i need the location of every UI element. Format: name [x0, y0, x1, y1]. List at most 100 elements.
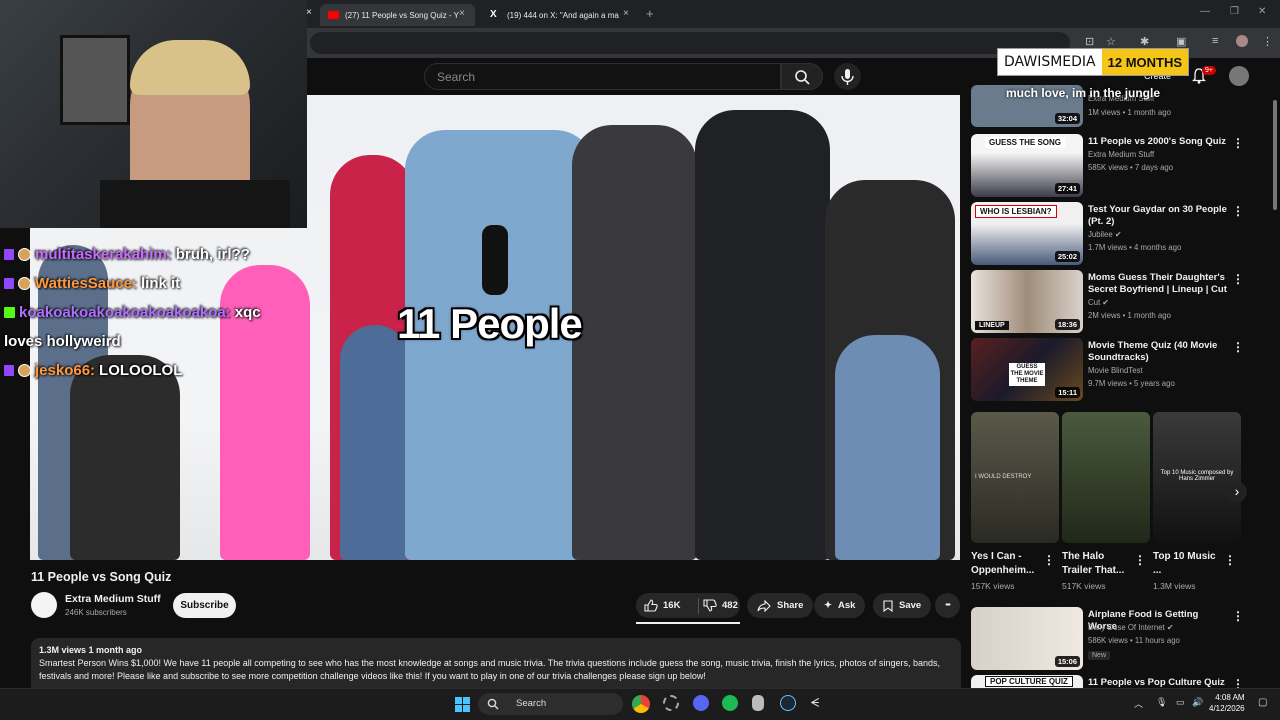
video-title[interactable]: Moms Guess Their Daughter's Secret Boyfr…: [1088, 272, 1228, 296]
video-title[interactable]: Movie Theme Quiz (40 Movie Soundtracks): [1088, 340, 1228, 364]
maximize-icon[interactable]: ❐: [1230, 6, 1239, 17]
video-meta: 1.7M views • 4 months ago: [1088, 243, 1182, 252]
more-options-icon[interactable]: ⋮: [1232, 204, 1244, 218]
video-thumbnail[interactable]: POP CULTURE QUIZ: [971, 675, 1083, 688]
short-thumbnail[interactable]: I WOULD DESTROY: [971, 412, 1059, 543]
search-button[interactable]: [781, 63, 823, 90]
video-thumbnail[interactable]: GUESS THE SONG 27:41: [971, 134, 1083, 197]
volume-icon[interactable]: 🔊: [1192, 697, 1203, 708]
like-ratio-bar: [636, 622, 740, 624]
close-window-icon[interactable]: ✕: [1258, 6, 1266, 17]
tab-youtube[interactable]: (27) 11 People vs Song Quiz - Y: [320, 4, 475, 26]
person-figure: [695, 110, 830, 560]
spotify-icon[interactable]: [722, 695, 738, 711]
save-label: Save: [899, 600, 922, 611]
omnibox[interactable]: [310, 32, 1070, 54]
discord-icon[interactable]: [693, 695, 709, 711]
video-thumbnail[interactable]: WHO IS LESBIAN? 25:02: [971, 202, 1083, 265]
ask-button[interactable]: ✦ Ask: [814, 593, 866, 618]
more-options-icon[interactable]: ⋮: [1232, 609, 1244, 623]
bookmark-star-icon[interactable]: ☆: [1106, 35, 1116, 48]
scrollbar-thumb[interactable]: [1273, 100, 1277, 210]
tab-close-icon[interactable]: ×: [623, 8, 629, 19]
thumbnail-text: LINEUP: [975, 321, 1009, 330]
more-actions-button[interactable]: •••: [935, 593, 960, 618]
recommendation-item[interactable]: LINEUP 18:36 Moms Guess Their Daughter's…: [970, 270, 1250, 334]
more-options-icon[interactable]: ⋮: [1224, 553, 1236, 567]
share-button[interactable]: Share: [747, 593, 814, 618]
notification-badge: 9+: [1202, 66, 1216, 75]
video-thumbnail[interactable]: LINEUP 18:36: [971, 270, 1083, 333]
mic-tray-icon[interactable]: 🎙: [1156, 697, 1167, 708]
more-options-icon[interactable]: ⋮: [1043, 553, 1055, 567]
profile-avatar[interactable]: [1236, 35, 1248, 47]
channel-avatar[interactable]: [31, 592, 57, 618]
short-title[interactable]: Yes I Can - Oppenheim...: [971, 550, 1041, 578]
short-title[interactable]: Top 10 Music ...: [1153, 550, 1223, 578]
app-icon[interactable]: ᗕ: [810, 695, 819, 711]
person-figure: [835, 335, 940, 560]
sidebar-icon[interactable]: ▣: [1176, 35, 1186, 48]
more-options-icon[interactable]: ⋮: [1232, 136, 1244, 150]
windows-start-icon[interactable]: [455, 697, 470, 712]
twitch-icon: [4, 365, 14, 376]
recommendation-item[interactable]: GUESS THE SONG 27:41 11 People vs 2000's…: [970, 134, 1250, 198]
like-button[interactable]: 16K: [644, 599, 694, 612]
chat-username: koakoakoakoakoakoakoakoa:: [19, 304, 231, 321]
taskbar-search[interactable]: Search: [478, 693, 623, 715]
shorts-next-button[interactable]: ›: [1227, 482, 1247, 502]
menu-icon[interactable]: ⋮: [1262, 35, 1273, 48]
video-meta: 9.7M views • 5 years ago: [1088, 379, 1175, 388]
tab-x[interactable]: X (19) 444 on X: "And again a ma: [482, 4, 632, 26]
subscribe-button[interactable]: Subscribe: [173, 593, 236, 618]
tab-close-icon[interactable]: ×: [459, 8, 465, 19]
recommendation-item[interactable]: POP CULTURE QUIZ 11 People vs Pop Cultur…: [970, 675, 1250, 691]
short-thumbnail[interactable]: Top 10 Music composed by Hans Zimmer: [1153, 412, 1241, 543]
short-title[interactable]: The Halo Trailer That...: [1062, 550, 1132, 578]
like-count: 16K: [663, 600, 681, 611]
views-date: 1.3M views 1 month ago: [39, 645, 143, 655]
chat-text: link it: [140, 275, 181, 292]
chrome-icon[interactable]: [632, 695, 650, 713]
notification-center-icon[interactable]: ▢: [1258, 697, 1267, 708]
sub-alert-message: much love, im in the jungle: [1006, 86, 1161, 100]
app-icon[interactable]: [663, 695, 679, 711]
voice-search-button[interactable]: [834, 63, 861, 90]
media-icon[interactable]: ≡: [1212, 35, 1218, 47]
video-thumbnail[interactable]: 15:06: [971, 607, 1083, 670]
tray-chevron-icon[interactable]: ︿: [1134, 697, 1143, 710]
recommendation-item[interactable]: WHO IS LESBIAN? 25:02 Test Your Gaydar o…: [970, 202, 1250, 266]
install-icon[interactable]: ⊡: [1085, 35, 1094, 48]
video-title[interactable]: 11 People vs 2000's Song Quiz: [1088, 136, 1228, 148]
chat-message: WattiesSauce: link it: [4, 269, 304, 298]
new-tab-button[interactable]: +: [646, 6, 654, 21]
steam-icon[interactable]: [780, 695, 796, 711]
more-options-icon[interactable]: ⋮: [1232, 340, 1244, 354]
like-dislike-group: 16K 482: [636, 593, 740, 618]
save-button[interactable]: Save: [873, 593, 932, 618]
more-options-icon[interactable]: ⋮: [1232, 272, 1244, 286]
extensions-icon[interactable]: ✱: [1140, 35, 1149, 48]
thumbnail-text: GUESS THE MOVIE THEME: [1009, 363, 1045, 386]
system-clock[interactable]: 4:08 AM 4/12/2026: [1209, 692, 1245, 714]
youtube-avatar[interactable]: [1229, 66, 1249, 86]
streamer-webcam: [0, 0, 307, 228]
person-figure: [70, 355, 180, 560]
recommendation-item[interactable]: 15:06 Airplane Food is Getting Worse Dai…: [970, 607, 1250, 671]
minimize-icon[interactable]: —: [1200, 6, 1210, 17]
short-thumbnail[interactable]: [1062, 412, 1150, 543]
recommendation-item[interactable]: GUESS THE MOVIE THEME 15:11 Movie Theme …: [970, 338, 1250, 402]
chat-username: WattiesSauce:: [35, 275, 137, 292]
more-options-icon[interactable]: ⋮: [1134, 553, 1146, 567]
channel-name[interactable]: Extra Medium Stuff: [65, 593, 161, 605]
mouse-app-icon[interactable]: [752, 695, 764, 711]
search-input[interactable]: Search: [424, 63, 781, 90]
dislike-button[interactable]: 482: [703, 599, 738, 612]
network-icon[interactable]: ▭: [1176, 697, 1185, 708]
duration: 32:04: [1054, 113, 1080, 124]
duration: 15:06: [1054, 656, 1080, 667]
video-thumbnail[interactable]: GUESS THE MOVIE THEME 15:11: [971, 338, 1083, 401]
video-title[interactable]: Test Your Gaydar on 30 People (Pt. 2): [1088, 204, 1228, 228]
microphone-prop: [482, 225, 508, 295]
wall-picture: [60, 35, 130, 125]
